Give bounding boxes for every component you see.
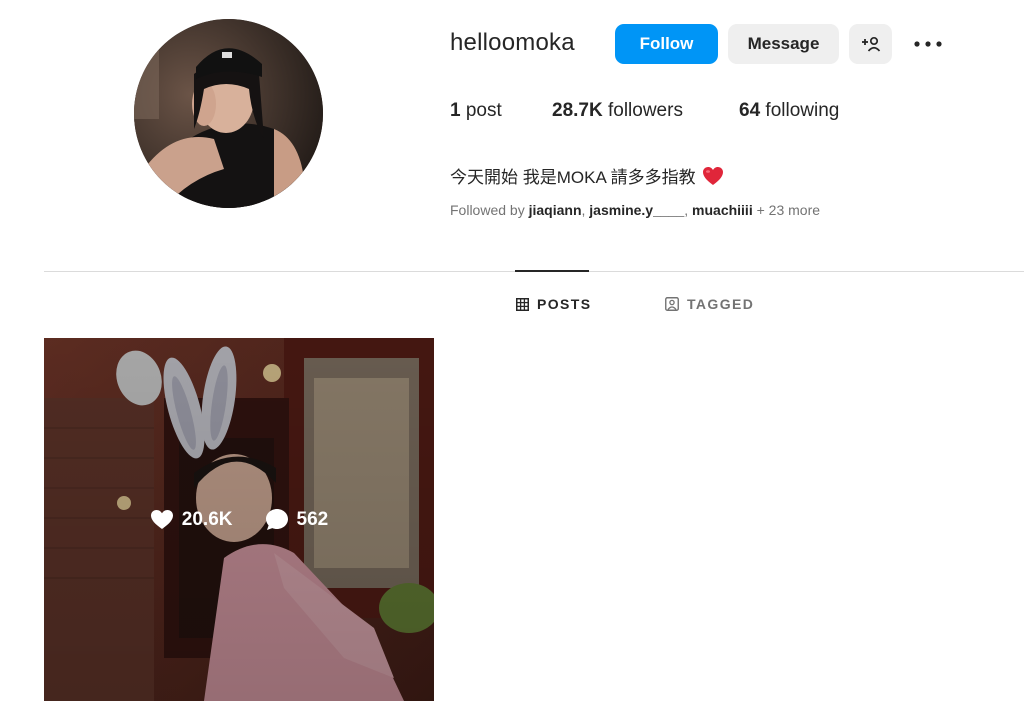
more-options-button[interactable] [910,30,946,58]
active-tab-indicator [515,270,589,272]
followed-by-prefix: Followed by [450,202,525,218]
profile-avatar[interactable] [134,19,323,208]
post-likes-count: 20.6K [181,508,233,530]
following-count-value: 64 [739,100,761,121]
follower-user-3[interactable]: muachiiii [692,202,753,218]
followers-count-label: followers [607,100,683,121]
post-likes: 20.6K [150,509,233,531]
tab-posts-label: POSTS [537,296,592,312]
heart-icon [150,510,173,529]
grid-icon [516,297,529,311]
add-person-icon [861,36,880,52]
tab-tagged[interactable]: TAGGED [665,296,754,312]
following-link[interactable]: 64 following [739,100,839,122]
message-button[interactable]: Message [728,24,839,64]
tab-posts[interactable]: POSTS [516,296,591,312]
follower-user-1[interactable]: jiaqiann [529,202,582,218]
followers-link[interactable]: 28.7K followers [552,100,739,122]
more-options-icon [914,41,942,47]
follower-user-2[interactable]: jasmine.y____ [589,202,684,218]
follow-button[interactable]: Follow [615,24,718,64]
followers-count-value: 28.7K [552,100,603,121]
profile-username: helloomoka [450,29,575,56]
post-comments: 562 [265,508,329,531]
suggested-accounts-button[interactable] [849,24,892,64]
tagged-icon [665,297,679,311]
bio-text: 今天開始 我是MOKA 請多多指教 [450,168,696,187]
profile-page: helloomoka Follow Message 1 post 28.7K f… [0,0,1024,701]
heart-emoji-icon [702,166,724,186]
post-hover-overlay: 20.6K 562 [44,338,434,701]
following-count-label: following [765,100,840,121]
posts-count-value: 1 [450,100,461,121]
posts-count: 1 post [450,100,552,122]
avatar-photo [134,19,323,208]
comment-icon [265,509,288,530]
followed-by-text[interactable]: Followed by jiaqiann, jasmine.y____, mua… [450,202,820,218]
profile-bio: 今天開始 我是MOKA 請多多指教 [450,163,724,188]
post-tile[interactable]: 20.6K 562 [44,338,434,701]
post-comments-count: 562 [296,508,329,530]
posts-count-label: post [465,100,502,121]
profile-stats: 1 post 28.7K followers 64 following [450,100,839,122]
tab-tagged-label: TAGGED [687,296,755,312]
followed-by-more: + 23 more [756,202,821,218]
